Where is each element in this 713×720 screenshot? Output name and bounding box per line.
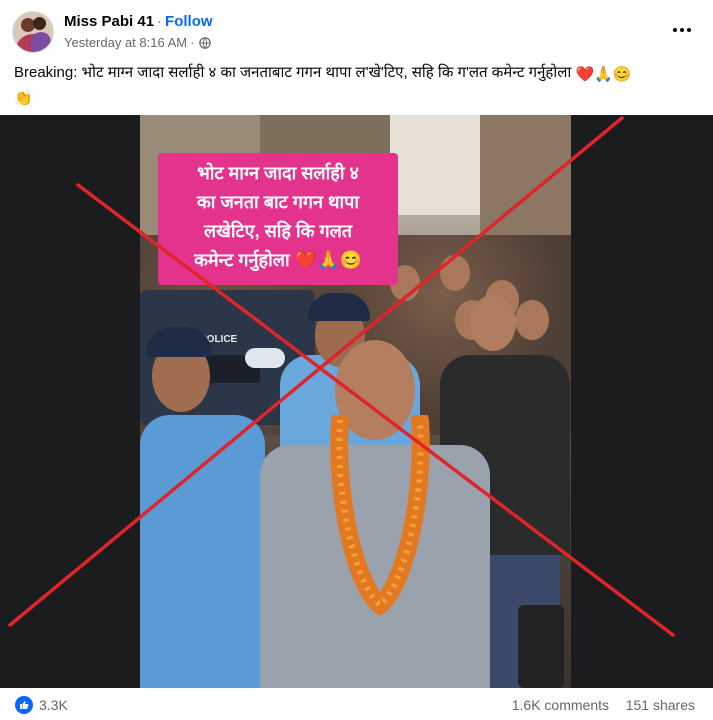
banner-line-3: लखेटिए, सहि कि गलत [203,221,353,241]
separator-dot: · [190,35,195,50]
banner-line-1: भोट माग्न जादा सर्लाही ४ [197,163,359,183]
shares-count[interactable]: 151 shares [626,697,695,713]
reaction-count[interactable]: 3.3K [39,697,68,713]
caption-text: Breaking: भोट माग्न जादा सर्लाही ४ का जन… [14,64,572,81]
post-image[interactable]: POLICE भोट माग्न जादा सर्लाही ४ का जनता … [0,115,713,688]
author-line: Miss Pabi 41 · Follow [64,13,213,30]
globe-icon [199,36,212,49]
caption-emojis: ❤️🙏😊 [575,66,632,83]
author-avatar[interactable] [12,11,54,53]
like-icon[interactable] [15,696,33,714]
separator-dot: · [157,13,163,30]
image-text-banner: भोट माग्न जादा सर्लाही ४ का जनता बाट गगन… [158,153,398,285]
banner-emojis: ❤️🙏😊 [294,250,362,270]
comments-count[interactable]: 1.6K comments [512,697,609,713]
banner-line-2: का जनता बाट गगन थापा [196,192,360,212]
post-caption: Breaking: भोट माग्न जादा सर्लाही ४ का जन… [14,62,694,110]
more-horizontal-icon[interactable] [670,18,694,42]
follow-button[interactable]: Follow [165,13,213,30]
photo: POLICE भोट माग्न जादा सर्लाही ४ का जनता … [140,115,571,688]
clap-emoji: 👏 [14,90,33,107]
post-timestamp[interactable]: Yesterday at 8:16 AM [64,35,187,50]
garland [330,415,430,615]
phone [518,605,564,688]
banner-line-4: कमेन्ट गर्नुहोला ❤️🙏😊 [194,250,362,270]
author-name[interactable]: Miss Pabi 41 [64,13,154,30]
image-letterbox-right [571,115,713,688]
post-header: Miss Pabi 41 · Follow Yesterday at 8:16 AM… [12,10,702,56]
image-letterbox-left [0,115,140,688]
facebook-post: Miss Pabi 41 · Follow Yesterday at 8:16 AM… [0,0,713,720]
post-meta: Yesterday at 8:16 AM · [64,35,212,50]
post-footer: 3.3K 1.6K comments 151 shares [0,688,713,720]
